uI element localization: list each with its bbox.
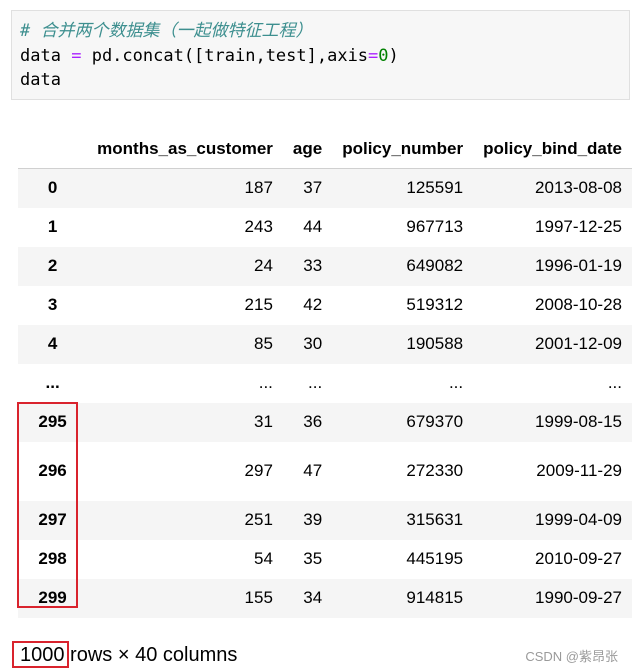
table-row: 299 155 34 914815 1990-09-27 [18, 578, 632, 618]
table-cell: 297 [244, 461, 273, 480]
table-cell: 30 [303, 334, 323, 353]
table-cell: 24 [253, 256, 273, 275]
row-index: 3 [47, 295, 58, 314]
table-cell: 2009-11-29 [536, 461, 622, 480]
column-header: policy_number [342, 139, 464, 158]
table-cell: 1999-08-15 [535, 412, 622, 431]
column-header: months_as_customer [97, 139, 273, 158]
table-cell: 85 [253, 334, 273, 353]
table-row: 2 24 33 649082 1996-01-19 [18, 246, 632, 286]
table-cell: 2010-09-27 [535, 549, 622, 568]
column-header: policy_bind_date [483, 139, 622, 158]
table-cell: 37 [303, 178, 323, 198]
code-line-concat: data = pd.concat([train,test],axis=0) [20, 44, 399, 68]
table-cell: 54 [253, 549, 273, 568]
table-row-ellipsis: ... ... ... ... ... [18, 364, 632, 403]
code-var: data [20, 46, 61, 66]
csdn-watermark: CSDN @紫昂张 [525, 649, 618, 664]
column-header-index [18, 130, 87, 169]
table-cell: ... [448, 373, 464, 392]
table-cell: 36 [303, 412, 323, 431]
row-index: 4 [47, 334, 58, 353]
table-row: 298 54 35 445195 2010-09-27 [18, 540, 632, 579]
code-close-paren: ) [388, 46, 399, 66]
table-cell: 679370 [406, 412, 464, 431]
table-cell: ... [607, 373, 622, 392]
table-row: 4 85 30 190588 2001-12-09 [18, 324, 632, 364]
code-number: 0 [378, 46, 389, 66]
table-cell: 34 [303, 588, 323, 607]
table-cell: 42 [303, 295, 323, 314]
table-row: 297 251 39 315631 1999-04-09 [18, 500, 632, 540]
table-cell: 39 [303, 510, 323, 529]
table-cell: 47 [303, 461, 323, 480]
table-cell: 125591 [406, 178, 464, 198]
table-cell: 44 [303, 217, 323, 236]
table-row: 1 243 44 967713 1997-12-25 [18, 208, 632, 247]
index-highlight-box [17, 402, 78, 608]
table-cell: 215 [244, 295, 273, 314]
code-call: pd.concat([train,test],axis [91, 46, 369, 66]
table-cell: ... [258, 373, 273, 392]
column-header: age [292, 139, 323, 158]
table-cell: 1999-04-09 [535, 510, 622, 529]
row-index: ... [45, 373, 60, 392]
table-cell: 190588 [406, 334, 464, 353]
table-header-row: months_as_customer age policy_number pol… [18, 130, 632, 169]
table-cell: 315631 [406, 510, 464, 529]
table-cell: 187 [244, 178, 273, 198]
table-row: 0 187 37 125591 2013-08-08 [18, 168, 632, 208]
code-cell[interactable]: # 合并两个数据集（一起做特征工程） data = pd.concat([tra… [11, 10, 630, 100]
table-cell: 33 [303, 256, 323, 275]
table-cell: 914815 [406, 588, 464, 607]
table-cell: 243 [244, 217, 273, 236]
table-cell: 1997-12-25 [535, 217, 622, 236]
table-cell: 2008-10-28 [535, 295, 622, 314]
row-index: 2 [47, 256, 58, 275]
table-cell: 35 [303, 549, 323, 568]
table-cell: 2001-12-09 [535, 334, 622, 353]
table-cell: 967713 [406, 217, 464, 236]
table-cell: 1996-01-19 [535, 256, 622, 275]
row-index: 1 [47, 217, 58, 236]
table-cell: 251 [244, 510, 273, 529]
table-cell: ... [308, 373, 323, 392]
code-operator: = [71, 46, 82, 66]
table-cell: 519312 [406, 295, 464, 314]
shape-text: rows × 40 columns [64, 644, 238, 666]
table-cell: 649082 [406, 256, 464, 275]
table-cell: 155 [244, 588, 273, 607]
row-index: 0 [47, 178, 58, 198]
table-cell: 31 [253, 412, 273, 431]
table-cell: 2013-08-08 [535, 178, 622, 198]
dataframe-table: months_as_customer age policy_number pol… [18, 130, 632, 618]
table-cell: 445195 [406, 549, 464, 568]
table-row: 296 297 47 272330 2009-11-29 [18, 442, 632, 501]
row-count-highlight-box [12, 641, 69, 668]
table-cell: 272330 [406, 461, 464, 480]
code-comment: # 合并两个数据集（一起做特征工程） [20, 21, 313, 41]
code-line-data: data [20, 70, 61, 90]
table-row: 3 215 42 519312 2008-10-28 [18, 286, 632, 325]
code-operator-2: = [368, 46, 379, 66]
table-cell: 1990-09-27 [535, 588, 622, 607]
table-row: 295 31 36 679370 1999-08-15 [18, 402, 632, 442]
